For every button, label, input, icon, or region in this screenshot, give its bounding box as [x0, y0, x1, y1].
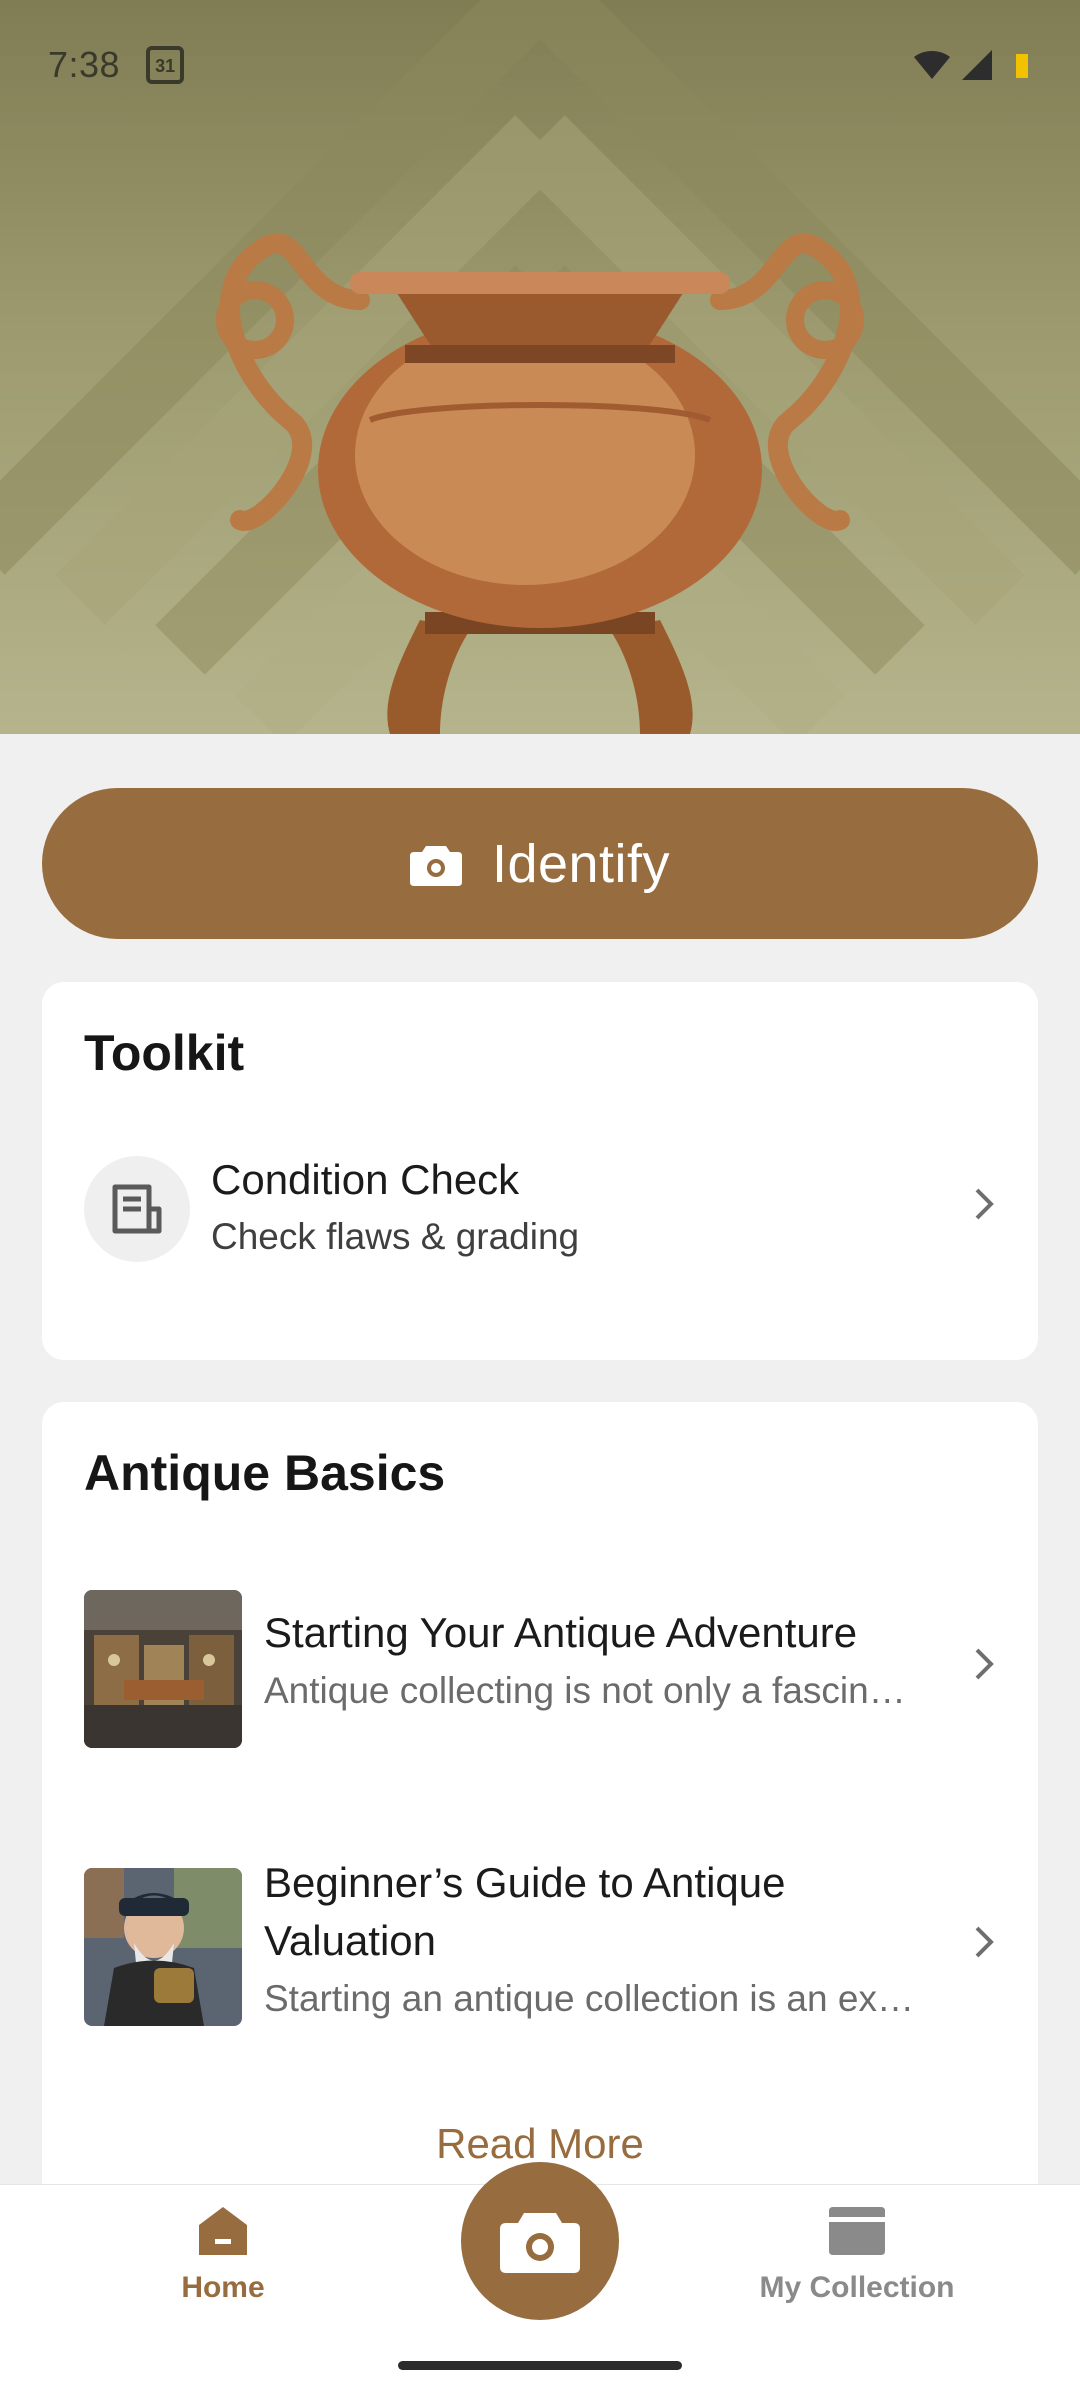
hero-banner: 7:38 31: [0, 0, 1080, 734]
folder-icon: [829, 2207, 885, 2255]
article-item[interactable]: Starting Your Antique Adventure Antique …: [42, 1590, 1038, 1750]
calendar-icon: 31: [146, 46, 185, 84]
article-thumbnail: [84, 1590, 242, 1748]
chevron-right-icon: [975, 1188, 994, 1220]
camera-icon: [500, 2213, 580, 2273]
toolkit-card: Toolkit Condition Check Check flaws & gr…: [42, 982, 1038, 1360]
nav-collection-label: My Collection: [759, 2271, 955, 2304]
article-title: Beginner’s Guide to Antique Valuation: [264, 1859, 786, 1964]
camera-icon: [409, 845, 462, 886]
signal-icon: [962, 50, 992, 80]
status-time: 7:38: [48, 44, 121, 85]
nav-my-collection[interactable]: My Collection: [727, 2205, 987, 2335]
tool-title: Condition Check: [211, 1156, 520, 1203]
home-icon: [199, 2207, 247, 2255]
tool-subtitle: Check flaws & grading: [211, 1216, 580, 1257]
nav-home-label: Home: [181, 2271, 265, 2304]
camera-fab-button[interactable]: [461, 2162, 619, 2320]
status-bar: 7:38 31: [0, 0, 1080, 130]
read-more-link[interactable]: Read More: [42, 2120, 1038, 2168]
home-indicator: [398, 2361, 682, 2370]
article-thumbnail: [84, 1868, 242, 2026]
toolkit-title: Toolkit: [84, 1025, 245, 1081]
article-excerpt: Starting an antique collection is an exc…: [264, 1978, 924, 2019]
article-item[interactable]: Beginner’s Guide to Antique Valuation St…: [42, 1859, 1038, 2028]
article-title: Starting Your Antique Adventure: [264, 1609, 858, 1656]
identify-label: Identify: [491, 833, 671, 894]
nav-home[interactable]: Home: [93, 2205, 353, 2335]
tool-icon-circle: [84, 1156, 190, 1262]
battery-icon: [1016, 54, 1028, 78]
basics-title: Antique Basics: [84, 1445, 446, 1501]
wifi-icon: [914, 51, 950, 79]
chevron-right-icon: [975, 1648, 994, 1680]
chevron-right-icon: [975, 1926, 994, 1958]
status-icons: [912, 48, 1032, 82]
identify-button[interactable]: Identify: [42, 788, 1038, 939]
condition-check-item[interactable]: Condition Check Check flaws & grading: [42, 1142, 1038, 1292]
article-excerpt: Antique collecting is not only a fascina…: [264, 1670, 924, 1711]
document-icon: [112, 1184, 162, 1234]
